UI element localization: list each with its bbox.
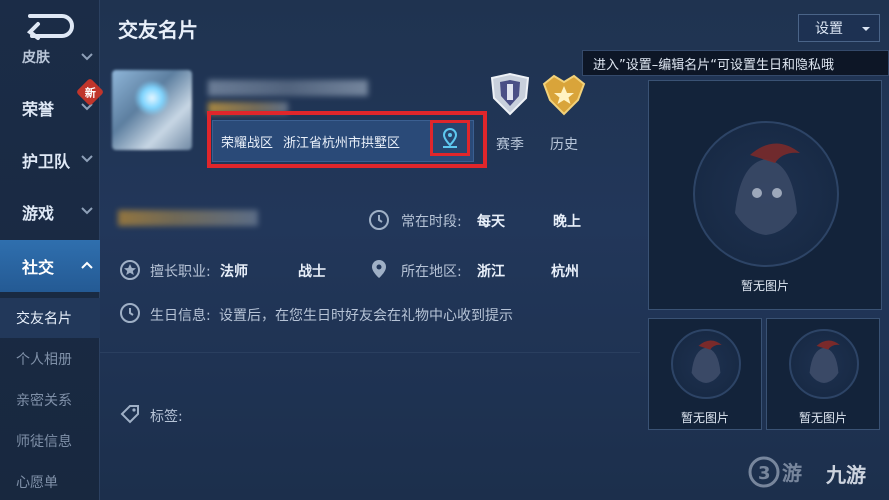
subnav-item-mentor[interactable]: 师徒信息 — [0, 421, 100, 461]
season-rank-icon[interactable] — [486, 70, 534, 118]
sidebar-item-label: 护卫队 — [22, 152, 71, 171]
photo-empty-label: 暂无图片 — [798, 411, 847, 425]
chevron-down-icon — [81, 53, 93, 61]
region-value-2: 杭州 — [551, 264, 579, 280]
svg-text:九游: 九游 — [825, 463, 866, 487]
sidebar-item-label: 游戏 — [22, 204, 55, 223]
new-badge-text: 新 — [84, 86, 96, 99]
birthday-text: 设置后，在您生日时好友会在礼物中心收到提示 — [219, 308, 513, 324]
subnav-item-label: 心愿单 — [16, 475, 58, 491]
subnav-item-label: 师徒信息 — [16, 434, 72, 450]
sidebar-item-label: 皮肤 — [22, 50, 50, 66]
avatar[interactable] — [112, 70, 192, 150]
region-value-1: 浙江 — [477, 264, 505, 280]
role-value-2: 战士 — [298, 264, 326, 280]
role-label: 擅长职业: — [150, 264, 211, 280]
tag-icon — [120, 405, 139, 424]
sidebar: 皮肤 荣誉 新 护卫队 游戏 社交 交友名片 个人相册 亲密关系 师徒信息 心愿… — [0, 0, 105, 500]
subnav-item-label: 亲密关系 — [16, 393, 72, 409]
photo-empty-label: 暂无图片 — [740, 279, 789, 293]
photo-slot-2[interactable]: 暂无图片 — [648, 318, 762, 430]
sidebar-item-guard-team[interactable]: 护卫队 — [0, 134, 100, 186]
back-arrow-icon — [26, 14, 74, 40]
clock-icon — [369, 210, 389, 230]
star-badge-icon — [120, 260, 140, 280]
blurred-player-name — [208, 80, 368, 96]
location-pin-icon — [372, 260, 386, 278]
online-time-value-1: 每天 — [477, 214, 505, 230]
back-button[interactable] — [18, 8, 78, 42]
birthday-label: 生日信息: — [150, 308, 211, 324]
photo-empty-label: 暂无图片 — [680, 411, 729, 425]
highlight-box — [207, 111, 487, 168]
watermark-logo-icon: 3 游 九游 — [748, 456, 866, 488]
caret-down-icon — [862, 27, 870, 31]
character-silhouette-icon — [735, 143, 800, 235]
watermark-logo: 3 游 九游 — [744, 452, 889, 496]
photo-slot-main[interactable]: 暂无图片 — [648, 80, 882, 310]
history-rank-icon[interactable] — [540, 70, 588, 118]
region-label: 所在地区: — [401, 264, 462, 280]
chevron-down-icon — [81, 207, 93, 215]
tooltip-text: 进入”设置–编辑名片“可设置生日和隐私哦 — [593, 57, 834, 73]
subnav-item-label: 交友名片 — [16, 311, 72, 327]
svg-text:游: 游 — [782, 461, 802, 485]
history-label: 历史 — [550, 137, 578, 153]
placeholder-character-icon — [693, 121, 839, 267]
clock-icon — [120, 303, 140, 323]
svg-text:3: 3 — [758, 463, 771, 484]
divider — [100, 352, 640, 353]
sidebar-item-game[interactable]: 游戏 — [0, 186, 100, 238]
sidebar-item-label: 荣誉 — [22, 100, 55, 119]
character-silhouette-icon — [809, 340, 840, 384]
page-title: 交友名片 — [118, 18, 198, 42]
chevron-down-icon — [81, 155, 93, 163]
subnav-item-relationship[interactable]: 亲密关系 — [0, 380, 100, 420]
online-time-value-2: 晚上 — [553, 214, 581, 230]
season-label: 赛季 — [496, 137, 524, 153]
sidebar-item-label: 社交 — [22, 258, 55, 277]
sidebar-item-social[interactable]: 社交 — [0, 240, 100, 292]
character-silhouette-icon — [691, 340, 722, 384]
sidebar-item-skin[interactable]: 皮肤 — [0, 40, 100, 74]
placeholder-character-icon — [789, 329, 859, 399]
subnav-item-wishlist[interactable]: 心愿单 — [0, 462, 100, 500]
photo-slot-3[interactable]: 暂无图片 — [766, 318, 880, 430]
settings-label: 设置 — [815, 21, 843, 37]
placeholder-character-icon — [671, 329, 741, 399]
subnav-item-label: 个人相册 — [16, 352, 72, 368]
subnav-item-album[interactable]: 个人相册 — [0, 339, 100, 379]
settings-tooltip: 进入”设置–编辑名片“可设置生日和隐私哦 — [582, 50, 889, 76]
settings-button[interactable]: 设置 — [798, 14, 880, 42]
online-time-label: 常在时段: — [401, 214, 462, 230]
chevron-up-icon — [81, 261, 93, 269]
blurred-stat — [118, 210, 258, 226]
subnav-item-friend-card[interactable]: 交友名片 — [0, 298, 100, 338]
tag-label: 标签: — [150, 409, 183, 425]
role-value-1: 法师 — [220, 264, 248, 280]
